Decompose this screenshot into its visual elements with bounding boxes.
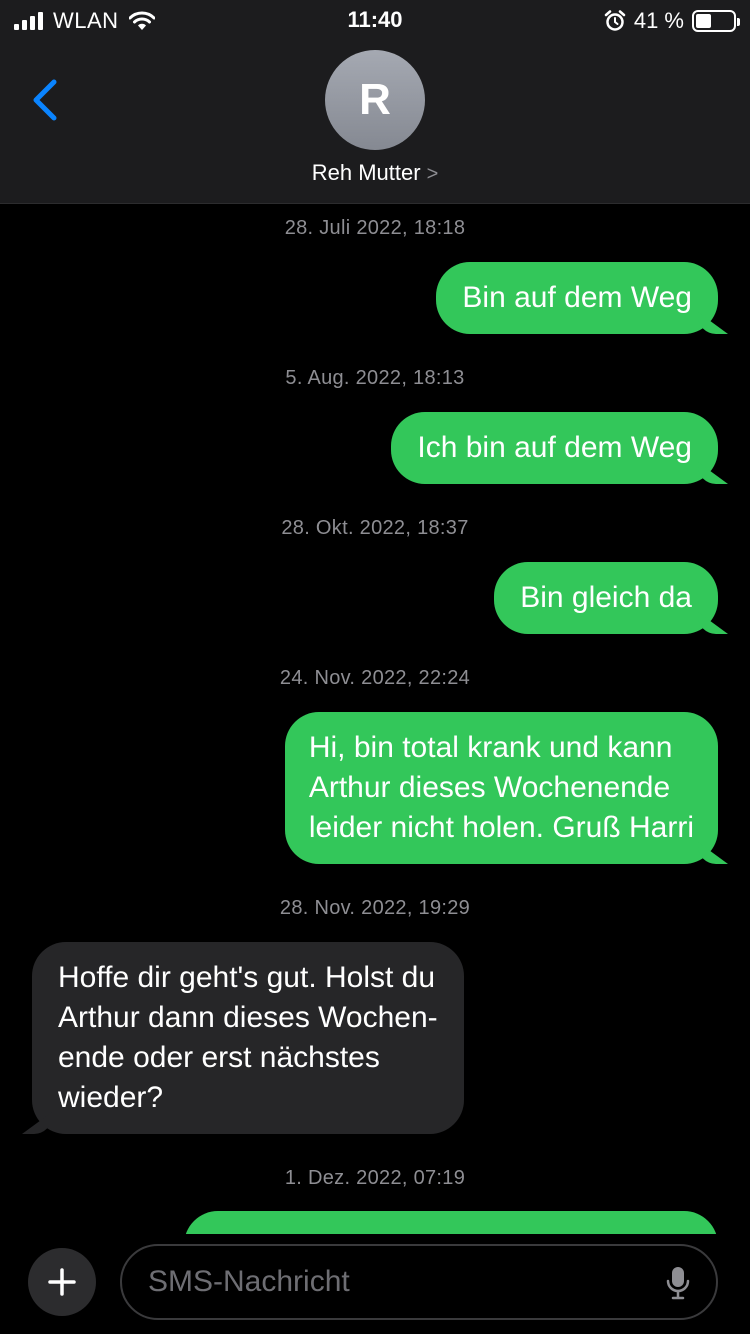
contact-avatar[interactable]: R xyxy=(325,50,425,150)
compose-bar xyxy=(0,1234,750,1334)
battery-icon xyxy=(692,10,740,32)
back-chevron-icon[interactable] xyxy=(24,74,68,122)
contact-name-button[interactable]: Reh Mutter > xyxy=(0,160,750,186)
conversation-header: R Reh Mutter > xyxy=(0,40,750,204)
message-timestamp: 1. Dez. 2022, 07:19 xyxy=(284,1167,466,1189)
message-line: Arthur dann dieses Wochen- xyxy=(58,1001,438,1034)
message-line: Hoffe dir geht's gut. Holst du xyxy=(58,961,436,994)
outgoing-message-bubble[interactable]: Bin gleich da xyxy=(494,562,718,634)
message-timestamp: 24. Nov. 2022, 22:24 xyxy=(279,667,471,689)
message-timestamp: 5. Aug. 2022, 18:13 xyxy=(285,367,465,389)
alarm-clock-icon xyxy=(604,10,626,31)
outgoing-message-bubble[interactable]: Bin auf dem Weg xyxy=(436,262,718,334)
plus-icon xyxy=(48,1268,76,1296)
message-timestamp: 28. Nov. 2022, 19:29 xyxy=(279,897,471,919)
avatar-initial: R xyxy=(359,75,391,124)
add-attachment-button[interactable] xyxy=(28,1248,96,1316)
message-input[interactable] xyxy=(148,1265,656,1299)
message-line: Hi, bin total krank und kann xyxy=(308,731,673,764)
battery-fill xyxy=(696,14,711,28)
status-bar: WLAN 11:40 41 % xyxy=(0,0,750,40)
message-line: leider nicht holen. Gruß Harri xyxy=(308,811,694,844)
incoming-message-bubble[interactable]: Hoffe dir geht's gut. Holst du Arthur da… xyxy=(32,942,464,1134)
message-text: Bin auf dem Weg xyxy=(462,281,692,314)
message-input-field[interactable] xyxy=(120,1244,718,1320)
outgoing-message-bubble[interactable]: Ich bin auf dem Weg xyxy=(391,412,718,484)
battery-tip xyxy=(737,18,740,26)
chevron-right-icon: > xyxy=(426,163,439,185)
outgoing-message-bubble[interactable]: Hi, bin total krank und kann Arthur dies… xyxy=(284,712,718,864)
message-text: Ich bin auf dem Weg xyxy=(417,431,692,464)
message-timestamp: 28. Juli 2022, 18:18 xyxy=(284,217,466,239)
message-line: wieder? xyxy=(58,1081,164,1114)
message-text: Bin gleich da xyxy=(520,581,692,614)
microphone-icon[interactable] xyxy=(666,1266,690,1300)
status-right: 41 % xyxy=(604,8,740,34)
contact-name: Reh Mutter xyxy=(311,160,421,185)
battery-percentage: 41 % xyxy=(633,8,684,33)
message-line: Arthur dieses Wochenende xyxy=(308,771,671,804)
message-timestamp: 28. Okt. 2022, 18:37 xyxy=(281,517,469,539)
message-line: ende oder erst nächstes xyxy=(58,1041,380,1074)
